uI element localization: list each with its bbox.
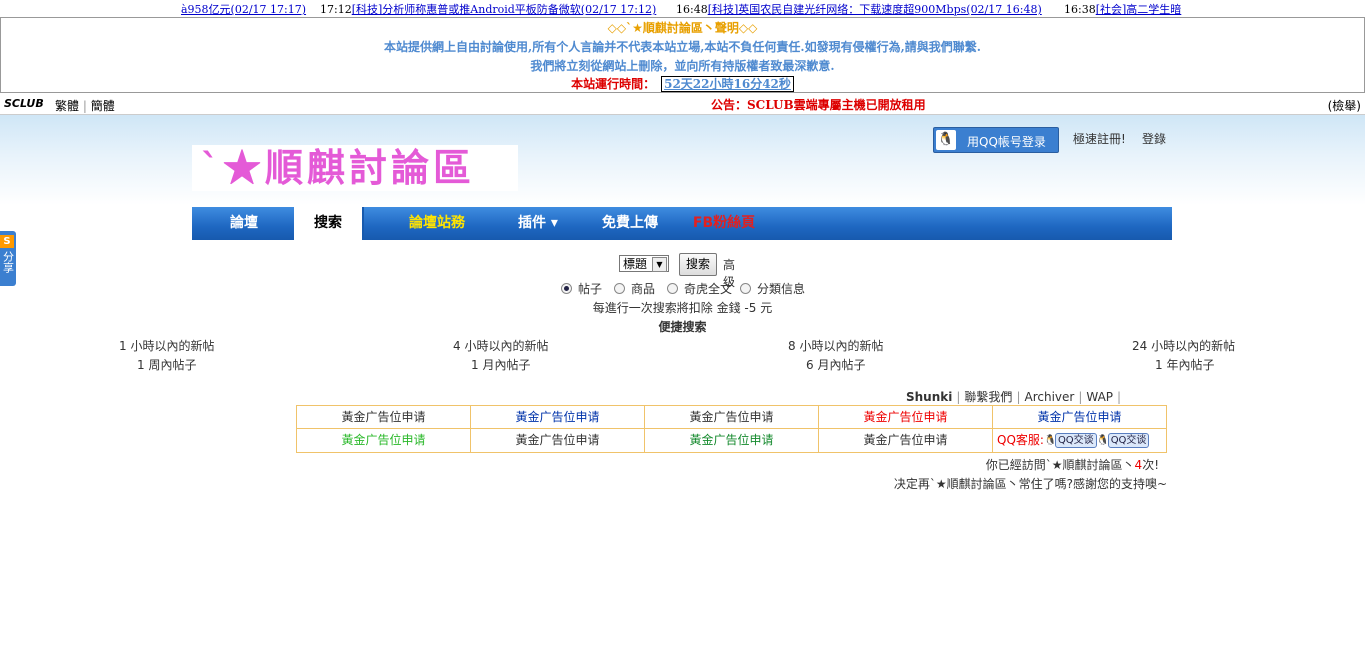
share-sidebar-button[interactable]: S 分享 bbox=[0, 231, 16, 286]
uptime-label: 本站運行時間： bbox=[571, 77, 656, 91]
search-type-classified[interactable]: 分類信息 bbox=[740, 280, 805, 297]
login-link[interactable]: 登錄 bbox=[1142, 130, 1166, 147]
ad-slot[interactable]: 黃金广告位申请 bbox=[819, 429, 993, 452]
quick-link[interactable]: 4 小時以內的新帖 bbox=[453, 337, 548, 354]
radio-label: 奇虎全文 bbox=[684, 282, 733, 296]
qq-penguin-icon: 🐧 bbox=[1043, 434, 1057, 446]
qq-login-label: 用QQ帳号登录 bbox=[967, 135, 1046, 149]
lang-simplified-link[interactable]: 簡體 bbox=[91, 99, 115, 113]
qq-chat-button[interactable]: QQ交谈 bbox=[1054, 433, 1097, 448]
search-cost-note: 每進行一次搜索將扣除 金錢 -5 元 bbox=[592, 301, 773, 315]
uptime-value: 52天22小時16分42秒 bbox=[661, 76, 794, 92]
qq-service-cell: QQ客服:🐧 QQ交谈 🐧 QQ交谈 bbox=[993, 429, 1166, 452]
ticker-time: 17:12 bbox=[320, 3, 352, 16]
search-type-posts[interactable]: 帖子 bbox=[561, 280, 602, 297]
qq-login-button[interactable]: 🐧 用QQ帳号登录 bbox=[933, 127, 1059, 153]
share-logo-icon: S bbox=[0, 235, 14, 248]
quick-link[interactable]: 1 周內帖子 bbox=[137, 356, 196, 373]
qq-penguin-icon: 🐧 bbox=[936, 130, 956, 150]
uptime-row: 本站運行時間： 52天22小時16分42秒 bbox=[1, 75, 1364, 92]
announcement-line: 本站提供網上自由討論使用,所有个人言論并不代表本站立場,本站不負任何責任.如發現… bbox=[384, 40, 981, 54]
radio-icon[interactable] bbox=[667, 283, 678, 294]
qq-chat-button[interactable]: QQ交谈 bbox=[1107, 433, 1150, 448]
quick-link[interactable]: 1 月內帖子 bbox=[471, 356, 530, 373]
ad-table: 黃金广告位申请 黃金广告位申请 黃金广告位申请 黃金广告位申请 黃金广告位申请 … bbox=[296, 405, 1167, 453]
contact-link[interactable]: 聯繫我們 bbox=[964, 390, 1012, 404]
nav-tab-free-upload[interactable]: 免費上傳 bbox=[590, 207, 670, 240]
nav-tab-fb-page[interactable]: FB粉絲頁 bbox=[684, 207, 764, 240]
ticker-link[interactable]: [科技]英国农民自建光纤网络：下载速度超900Mbps(02/17 16:48) bbox=[708, 3, 1042, 16]
ad-slot[interactable]: 黃金广告位申请 bbox=[645, 429, 819, 452]
footer-links: Shunki | 聯繫我們 | Archiver | WAP | bbox=[906, 390, 1122, 404]
notice-link[interactable]: 公告：SCLUB雲端專屬主機已開放租用 bbox=[711, 96, 926, 113]
quick-link[interactable]: 8 小時以內的新帖 bbox=[788, 337, 883, 354]
ad-slot[interactable]: 黃金广告位申请 bbox=[471, 429, 645, 452]
footer-brand-link[interactable]: Shunki bbox=[906, 390, 952, 404]
support-message: 决定再`★順麒討論區丶常住了嗎?感謝您的支持噢~ bbox=[893, 477, 1167, 491]
radio-label: 帖子 bbox=[578, 282, 603, 296]
ad-slot[interactable]: 黃金广告位申请 bbox=[297, 429, 471, 452]
ticker-time: 16:48 bbox=[676, 3, 708, 16]
chevron-down-icon: ▼ bbox=[652, 257, 667, 272]
ticker-link[interactable]: à958亿元(02/17 17:17) bbox=[181, 3, 306, 16]
quick-link[interactable]: 24 小時以內的新帖 bbox=[1132, 337, 1235, 354]
visit-count-line: 你已經訪問`★順麒討論區丶4次! bbox=[986, 456, 1159, 473]
wap-link[interactable]: WAP bbox=[1086, 390, 1113, 404]
top-bar: SCLUB 繁體 | 簡體 公告：SCLUB雲端專屬主機已開放租用 (檢舉) bbox=[0, 94, 1365, 115]
ticker-link[interactable]: [社会]高二学生暗 bbox=[1096, 3, 1182, 16]
quick-link[interactable]: 1 年內帖子 bbox=[1155, 356, 1214, 373]
news-ticker: à958亿元(02/17 17:17) 17:12[科技]分析师称惠普或推And… bbox=[0, 0, 1365, 17]
quick-link[interactable]: 6 月內帖子 bbox=[806, 356, 865, 373]
main-nav: 論壇 搜索 論壇站務 插件 ▾ 免費上傳 FB粉絲頁 bbox=[192, 207, 1172, 240]
search-type-goods[interactable]: 商品 bbox=[614, 280, 655, 297]
nav-tab-search[interactable]: 搜索 bbox=[294, 207, 364, 240]
ad-slot[interactable]: 黃金广告位申请 bbox=[297, 406, 471, 429]
site-header: `★順麒討論區 🐧 用QQ帳号登录 極速註冊! 登錄 bbox=[0, 115, 1365, 205]
share-label: 分享 bbox=[1, 251, 15, 273]
site-logo[interactable]: `★順麒討論區 bbox=[192, 145, 518, 191]
ticker-link[interactable]: [科技]分析师称惠普或推Android平板防备微软(02/17 17:12) bbox=[352, 3, 657, 16]
quick-link[interactable]: 1 小時以內的新帖 bbox=[119, 337, 214, 354]
radio-checked-icon[interactable] bbox=[561, 283, 572, 294]
announcement-title: ◇◇`★順麒討論區丶聲明◇◇ bbox=[607, 21, 758, 35]
qq-penguin-icon: 🐧 bbox=[1096, 434, 1110, 446]
radio-label: 商品 bbox=[631, 282, 656, 296]
language-switch: 繁體 | 簡體 bbox=[55, 99, 115, 113]
announcement-line: 我們將立刻從網站上刪除，並向所有持版權者致最深歉意. bbox=[530, 59, 835, 73]
nav-tab-forum[interactable]: 論壇 bbox=[192, 207, 296, 240]
quick-search-title: 便捷搜索 bbox=[658, 320, 707, 334]
sclub-logo[interactable]: SCLUB bbox=[4, 97, 44, 110]
ad-slot[interactable]: 黃金广告位申请 bbox=[471, 406, 645, 429]
radio-label: 分類信息 bbox=[757, 282, 806, 296]
announcement-box: ◇◇`★順麒討論區丶聲明◇◇ 本站提供網上自由討論使用,所有个人言論并不代表本站… bbox=[0, 17, 1365, 93]
lang-traditional-link[interactable]: 繁體 bbox=[55, 99, 79, 113]
visit-suffix: 次! bbox=[1142, 458, 1159, 472]
search-button[interactable]: 搜索 bbox=[679, 253, 717, 276]
search-type-fulltext[interactable]: 奇虎全文 bbox=[667, 280, 732, 297]
radio-icon[interactable] bbox=[614, 283, 625, 294]
search-scope-select[interactable]: 標題 ▼ bbox=[619, 255, 669, 272]
nav-tab-plugins[interactable]: 插件 ▾ bbox=[502, 207, 574, 240]
qq-service-label: QQ客服: bbox=[997, 433, 1044, 447]
register-link[interactable]: 極速註冊! bbox=[1073, 130, 1126, 147]
ad-slot[interactable]: 黃金广告位申请 bbox=[819, 406, 993, 429]
ad-slot[interactable]: 黃金广告位申请 bbox=[993, 406, 1166, 429]
visit-prefix: 你已經訪問`★順麒討論區丶 bbox=[985, 458, 1135, 472]
nav-tab-site-affairs[interactable]: 論壇站務 bbox=[392, 207, 482, 240]
report-link[interactable]: (檢舉) bbox=[1328, 97, 1361, 114]
radio-icon[interactable] bbox=[740, 283, 751, 294]
archiver-link[interactable]: Archiver bbox=[1024, 390, 1074, 404]
ad-slot[interactable]: 黃金广告位申请 bbox=[645, 406, 819, 429]
search-scope-value: 標題 bbox=[623, 257, 648, 271]
ticker-time: 16:38 bbox=[1064, 3, 1096, 16]
